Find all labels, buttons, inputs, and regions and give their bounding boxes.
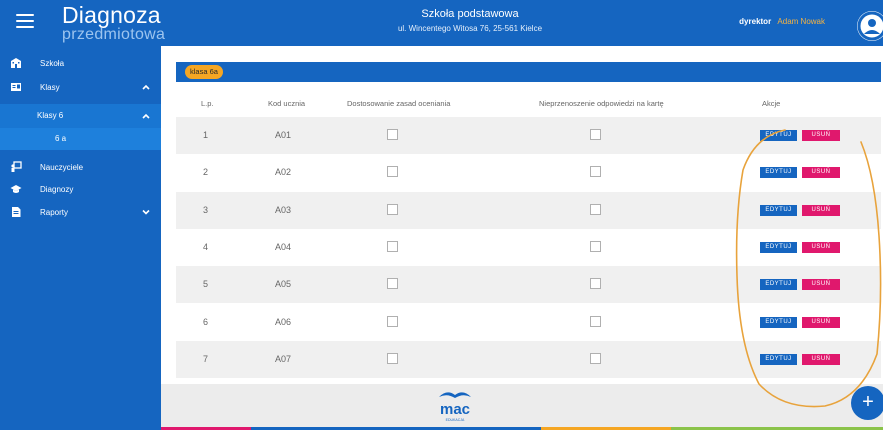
sidebar-item-school[interactable]: Szkoła	[0, 52, 161, 74]
grading-adjustment-checkbox[interactable]	[387, 241, 398, 252]
sidebar-subitem-label: Klasy 6	[37, 111, 64, 120]
edit-button[interactable]: EDYTUJ	[760, 279, 797, 290]
table-row: 1 A01 EDYTUJ USUŃ	[176, 117, 881, 154]
delete-button[interactable]: USUŃ	[802, 279, 840, 290]
grading-adjustment-checkbox[interactable]	[387, 204, 398, 215]
main-content: klasa 6a L.p. Kod ucznia Dostosowanie za…	[161, 46, 883, 384]
teacher-icon	[11, 161, 22, 172]
report-icon	[12, 207, 21, 217]
delete-button[interactable]: USUŃ	[802, 167, 840, 178]
sidebar-item-classes[interactable]: Klasy	[0, 76, 161, 98]
avatar[interactable]	[857, 11, 883, 41]
row-student-code: A03	[275, 205, 292, 215]
chevron-up-icon[interactable]	[141, 82, 151, 92]
grading-adjustment-checkbox[interactable]	[387, 166, 398, 177]
row-lp: 3	[203, 205, 209, 215]
row-lp: 1	[203, 130, 209, 140]
school-address: ul. Wincentego Witosa 76, 25-561 Kielce	[397, 24, 543, 33]
app-logo[interactable]: Diagnoza przedmiotowa	[62, 4, 165, 43]
table-row: 3 A03 EDYTUJ USUŃ	[176, 192, 881, 229]
delete-button[interactable]: USUŃ	[802, 354, 840, 365]
class-tag[interactable]: klasa 6a	[185, 65, 223, 79]
mac-logo-subtext: EDUKACJA	[446, 418, 465, 422]
no-answer-transfer-checkbox[interactable]	[590, 353, 601, 364]
grading-adjustment-checkbox[interactable]	[387, 129, 398, 140]
row-student-code: A06	[275, 317, 292, 327]
sidebar-item-label: Szkoła	[40, 58, 65, 68]
grading-adjustment-checkbox[interactable]	[387, 278, 398, 289]
mac-logo: mac EDUKACJA	[439, 392, 471, 422]
add-button[interactable]: +	[851, 386, 883, 420]
no-answer-transfer-checkbox[interactable]	[590, 241, 601, 252]
row-lp: 5	[203, 279, 209, 289]
table-row: 7 A07 EDYTUJ USUŃ	[176, 341, 881, 378]
sidebar-subitem-class[interactable]: 6 a	[0, 128, 161, 150]
row-student-code: A02	[275, 167, 292, 177]
header-actions: Akcje	[762, 99, 781, 108]
school-info: Szkoła podstawowa ul. Wincentego Witosa …	[300, 8, 640, 33]
sidebar-item-teachers[interactable]: Nauczyciele	[0, 156, 161, 178]
school-icon	[11, 58, 21, 68]
row-lp: 6	[203, 317, 209, 327]
table-row: 2 A02 EDYTUJ USUŃ	[176, 154, 881, 191]
row-student-code: A07	[275, 354, 292, 364]
table-row: 6 A06 EDYTUJ USUŃ	[176, 304, 881, 341]
row-lp: 7	[203, 354, 209, 364]
footer: mac EDUKACJA	[161, 384, 883, 430]
no-answer-transfer-checkbox[interactable]	[590, 166, 601, 177]
table-row: 4 A04 EDYTUJ USUŃ	[176, 229, 881, 266]
sidebar-item-label: Diagnozy	[40, 184, 74, 194]
mac-logo-text: mac	[440, 401, 470, 418]
chevron-down-icon[interactable]	[141, 207, 151, 217]
no-answer-transfer-checkbox[interactable]	[590, 204, 601, 215]
no-answer-transfer-checkbox[interactable]	[590, 316, 601, 327]
edit-button[interactable]: EDYTUJ	[760, 167, 797, 178]
sidebar: Szkoła Klasy Klasy 6 6 a Nauczyciele Dia…	[0, 46, 161, 430]
delete-button[interactable]: USUŃ	[802, 205, 840, 216]
header-no-answer-transfer: Nieprzenoszenie odpowiedzi na kartę	[539, 99, 664, 108]
no-answer-transfer-checkbox[interactable]	[590, 278, 601, 289]
top-bar: Diagnoza przedmiotowa Szkoła podstawowa …	[0, 0, 883, 46]
sidebar-item-reports[interactable]: Raporty	[0, 201, 161, 223]
sidebar-item-label: Raporty	[40, 207, 69, 217]
sidebar-item-diagnoses[interactable]: Diagnozy	[0, 178, 161, 200]
row-lp: 2	[203, 167, 209, 177]
user-name[interactable]: Adam Nowak	[777, 17, 825, 26]
user-role: dyrektor	[739, 17, 772, 26]
header-grading-adjustment: Dostosowanie zasad oceniania	[347, 99, 451, 108]
sidebar-item-label: Klasy	[40, 82, 60, 92]
school-name: Szkoła podstawowa	[421, 8, 519, 20]
grading-adjustment-checkbox[interactable]	[387, 316, 398, 327]
logo-subtitle: przedmiotowa	[62, 26, 166, 43]
edit-button[interactable]: EDYTUJ	[760, 242, 797, 253]
edit-button[interactable]: EDYTUJ	[760, 317, 797, 328]
no-answer-transfer-checkbox[interactable]	[590, 129, 601, 140]
sidebar-subitem-class-group[interactable]: Klasy 6	[0, 104, 161, 128]
edit-button[interactable]: EDYTUJ	[760, 205, 797, 216]
delete-button[interactable]: USUŃ	[802, 242, 840, 253]
header-student-code: Kod ucznia	[268, 99, 306, 108]
edit-button[interactable]: EDYTUJ	[760, 354, 797, 365]
table-row: 5 A05 EDYTUJ USUŃ	[176, 266, 881, 303]
grading-adjustment-checkbox[interactable]	[387, 353, 398, 364]
row-student-code: A04	[275, 242, 292, 252]
row-student-code: A05	[275, 279, 292, 289]
sidebar-item-label: Nauczyciele	[40, 162, 84, 172]
user-icon	[857, 11, 883, 41]
class-icon	[11, 83, 21, 91]
sidebar-subitem-label: 6 a	[55, 134, 67, 143]
row-lp: 4	[203, 242, 209, 252]
class-bar: klasa 6a	[176, 62, 881, 82]
header-lp: L.p.	[201, 99, 214, 108]
chevron-up-icon[interactable]	[141, 111, 151, 121]
graduation-cap-icon	[10, 185, 22, 193]
user-info: dyrektor Adam Nowak	[739, 17, 825, 26]
edit-button[interactable]: EDYTUJ	[760, 130, 797, 141]
menu-icon[interactable]	[16, 14, 34, 30]
logo-title: Diagnoza	[62, 2, 161, 28]
row-student-code: A01	[275, 130, 292, 140]
delete-button[interactable]: USUŃ	[802, 317, 840, 328]
delete-button[interactable]: USUŃ	[802, 130, 840, 141]
